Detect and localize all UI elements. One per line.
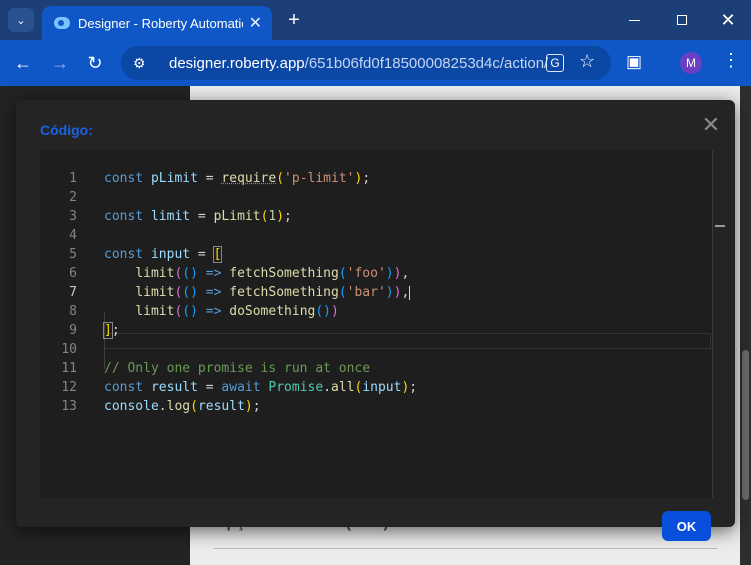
back-arrow-icon[interactable]: ← bbox=[11, 51, 35, 75]
favicon-icon bbox=[54, 17, 70, 29]
tab-search-icon[interactable]: ⌄ bbox=[8, 8, 34, 32]
browser-tab[interactable]: Designer - Roberty Automation ✕ bbox=[42, 6, 272, 40]
forward-arrow-icon[interactable]: → bbox=[48, 51, 72, 75]
address-bar[interactable]: ⚙ designer.roberty.app/651b06fd0f1850000… bbox=[121, 46, 611, 80]
site-info-icon[interactable]: ⚙ bbox=[133, 55, 153, 72]
new-tab-button[interactable]: + bbox=[283, 8, 305, 32]
editor-scroll-marker bbox=[715, 225, 725, 227]
tab-title: Designer - Roberty Automation bbox=[78, 15, 243, 31]
code-line: 12 const result = await Promise.all(input… bbox=[61, 380, 418, 395]
page-scroll-thumb[interactable] bbox=[742, 350, 749, 500]
code-editor[interactable]: 1 const pLimit = require('p-limit'); 2 3c… bbox=[40, 150, 712, 498]
url-text[interactable]: designer.roberty.app/651b06fd0f185000082… bbox=[169, 55, 549, 72]
code-line: 5 const input = [ bbox=[69, 246, 223, 263]
code-line: 13 console.log(result); bbox=[61, 399, 261, 414]
extensions-icon[interactable]: ▣ bbox=[626, 52, 642, 72]
maximize-button[interactable] bbox=[670, 8, 694, 32]
code-line: 11// Only one promise is run at once bbox=[61, 361, 371, 376]
code-modal: Código: ✕ 1 const pLimit = require('p-lim… bbox=[16, 100, 735, 541]
code-line: 9]; bbox=[69, 322, 120, 339]
code-line: 4 bbox=[69, 228, 77, 243]
code-line: 1 const pLimit = require('p-limit'); bbox=[69, 171, 371, 186]
code-line: 3 const limit = pLimit(1); bbox=[69, 209, 292, 224]
browser-toolbar: ← → ↻ ⚙ designer.roberty.app/651b06fd0f1… bbox=[0, 40, 751, 86]
page-scrollbar[interactable] bbox=[740, 86, 751, 565]
close-icon[interactable]: ✕ bbox=[700, 112, 722, 137]
kebab-menu-icon[interactable]: ⋮ bbox=[722, 50, 740, 71]
code-line: 10 bbox=[61, 342, 77, 357]
browser-tabstrip: ⌄ Designer - Roberty Automation ✕ + ✕ bbox=[0, 0, 751, 40]
code-line: 8 limit(() => doSomething()) bbox=[69, 304, 339, 319]
code-line: 6 limit(() => fetchSomething('foo')), bbox=[69, 266, 410, 281]
tab-close-icon[interactable]: ✕ bbox=[249, 13, 262, 33]
ok-button[interactable]: OK bbox=[662, 511, 711, 541]
code-line: 2 bbox=[69, 190, 77, 205]
reload-icon[interactable]: ↻ bbox=[83, 51, 107, 75]
window-close-button[interactable]: ✕ bbox=[716, 8, 740, 32]
modal-title: Código: bbox=[40, 122, 93, 138]
editor-scrollbar[interactable] bbox=[712, 150, 726, 498]
page-divider bbox=[214, 548, 718, 549]
minimize-button[interactable] bbox=[622, 8, 646, 32]
avatar[interactable]: M bbox=[680, 52, 702, 74]
star-icon[interactable]: ☆ bbox=[579, 51, 595, 72]
translate-icon[interactable]: G bbox=[546, 54, 564, 72]
code-line: 7 limit(() => fetchSomething('bar')), bbox=[69, 285, 411, 300]
